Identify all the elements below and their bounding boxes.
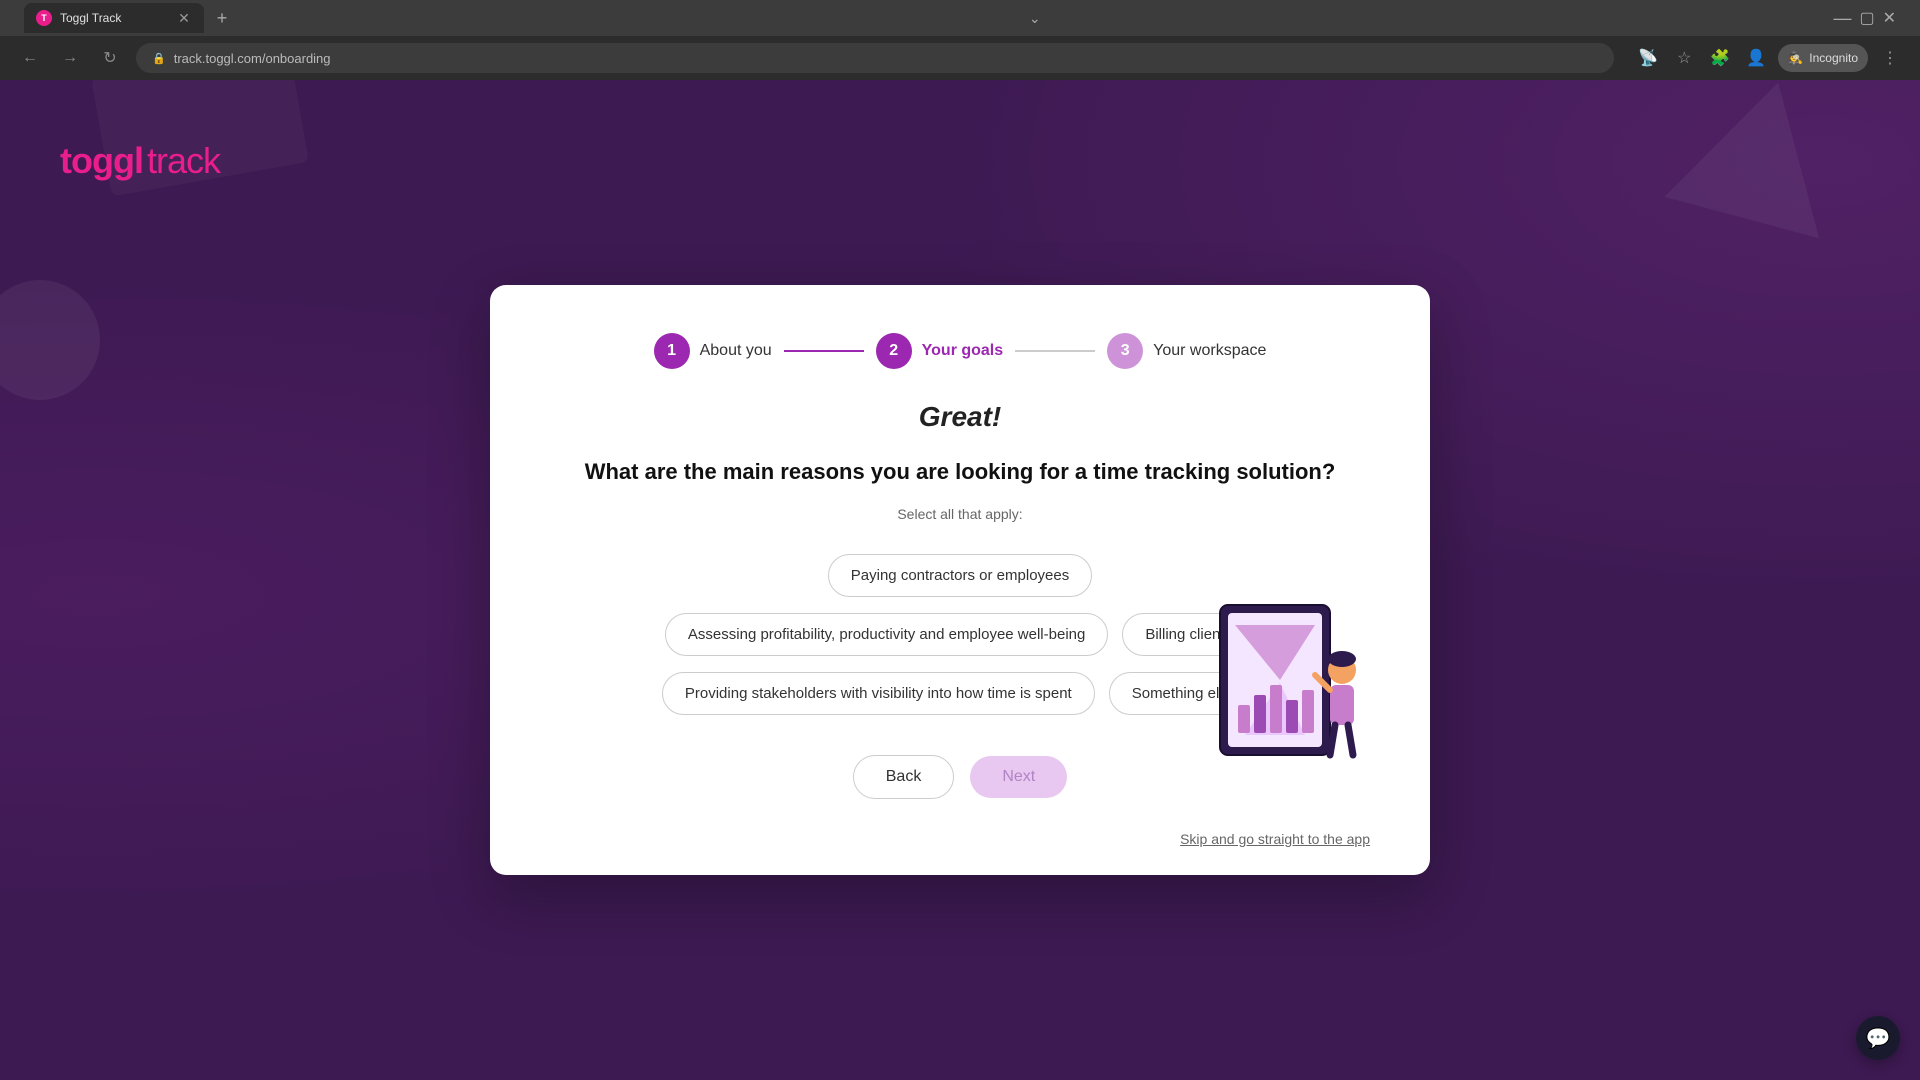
browser-tab-active[interactable]: T Toggl Track ✕: [24, 3, 204, 33]
browser-actions: 📡 ☆ 🧩 👤 🕵 Incognito ⋮: [1634, 44, 1904, 72]
step-1-number: 1: [667, 342, 676, 360]
step-connector-1: [784, 350, 864, 352]
tab-close-button[interactable]: ✕: [176, 10, 192, 26]
back-button[interactable]: ←: [16, 44, 44, 72]
forward-button[interactable]: →: [56, 44, 84, 72]
tab-favicon: T: [36, 10, 52, 26]
extension-button[interactable]: 🧩: [1706, 44, 1734, 72]
incognito-label: Incognito: [1809, 51, 1858, 65]
incognito-indicator: 🕵 Incognito: [1778, 44, 1868, 72]
next-button[interactable]: Next: [970, 756, 1067, 798]
option-profitability[interactable]: Assessing profitability, productivity an…: [665, 613, 1108, 656]
maximize-button[interactable]: ▢: [1859, 8, 1874, 28]
step-2-number: 2: [889, 342, 898, 360]
modal-question: What are the main reasons you are lookin…: [550, 457, 1370, 488]
step-2: 2 Your goals: [876, 333, 1004, 369]
skip-link[interactable]: Skip and go straight to the app: [1180, 831, 1370, 847]
tab-bar: T Toggl Track ✕ + ⌄ — ▢ ✕: [0, 0, 1920, 36]
stepper: 1 About you 2 Your goals 3 Your workspac…: [550, 333, 1370, 369]
tab-title: Toggl Track: [60, 11, 168, 25]
step-1: 1 About you: [654, 333, 772, 369]
new-tab-button[interactable]: +: [208, 4, 236, 32]
lock-icon: 🔒: [152, 52, 166, 65]
back-button[interactable]: Back: [853, 755, 955, 799]
options-row-3: Providing stakeholders with visibility i…: [662, 672, 1258, 715]
reload-button[interactable]: ↻: [96, 44, 124, 72]
step-connector-2: [1015, 350, 1095, 352]
step-3-circle: 3: [1107, 333, 1143, 369]
step-3-number: 3: [1121, 342, 1130, 360]
profile-button[interactable]: 👤: [1742, 44, 1770, 72]
address-bar: ← → ↻ 🔒 track.toggl.com/onboarding 📡 ☆ 🧩…: [0, 36, 1920, 80]
close-window-button[interactable]: ✕: [1883, 8, 1896, 28]
modal-title: Great!: [550, 401, 1370, 433]
minimize-button[interactable]: —: [1833, 8, 1851, 29]
options-row-2: Assessing profitability, productivity an…: [665, 613, 1255, 656]
step-2-circle: 2: [876, 333, 912, 369]
bookmark-button[interactable]: ☆: [1670, 44, 1698, 72]
step-3: 3 Your workspace: [1107, 333, 1266, 369]
chat-icon: 💬: [1866, 1026, 1891, 1051]
step-1-label: About you: [700, 342, 772, 360]
tab-list-button[interactable]: ⌄: [1025, 6, 1045, 31]
onboarding-modal: 1 About you 2 Your goals 3 Your workspac…: [490, 285, 1430, 875]
step-1-circle: 1: [654, 333, 690, 369]
address-input[interactable]: 🔒 track.toggl.com/onboarding: [136, 43, 1614, 73]
option-stakeholders[interactable]: Providing stakeholders with visibility i…: [662, 672, 1095, 715]
options-row-1: Paying contractors or employees: [828, 554, 1092, 597]
incognito-icon: 🕵: [1788, 51, 1803, 65]
modal-subtitle: Select all that apply:: [550, 506, 1370, 522]
step-2-label: Your goals: [922, 342, 1004, 360]
cast-button[interactable]: 📡: [1634, 44, 1662, 72]
illustration: [1180, 595, 1380, 775]
menu-button[interactable]: ⋮: [1876, 44, 1904, 72]
url-display: track.toggl.com/onboarding: [174, 51, 331, 66]
step-3-label: Your workspace: [1153, 342, 1266, 360]
modal-overlay: 1 About you 2 Your goals 3 Your workspac…: [0, 80, 1920, 1080]
chat-widget-button[interactable]: 💬: [1856, 1016, 1900, 1060]
browser-chrome: T Toggl Track ✕ + ⌄ — ▢ ✕ ← → ↻ 🔒 track.…: [0, 0, 1920, 80]
option-contractors[interactable]: Paying contractors or employees: [828, 554, 1092, 597]
